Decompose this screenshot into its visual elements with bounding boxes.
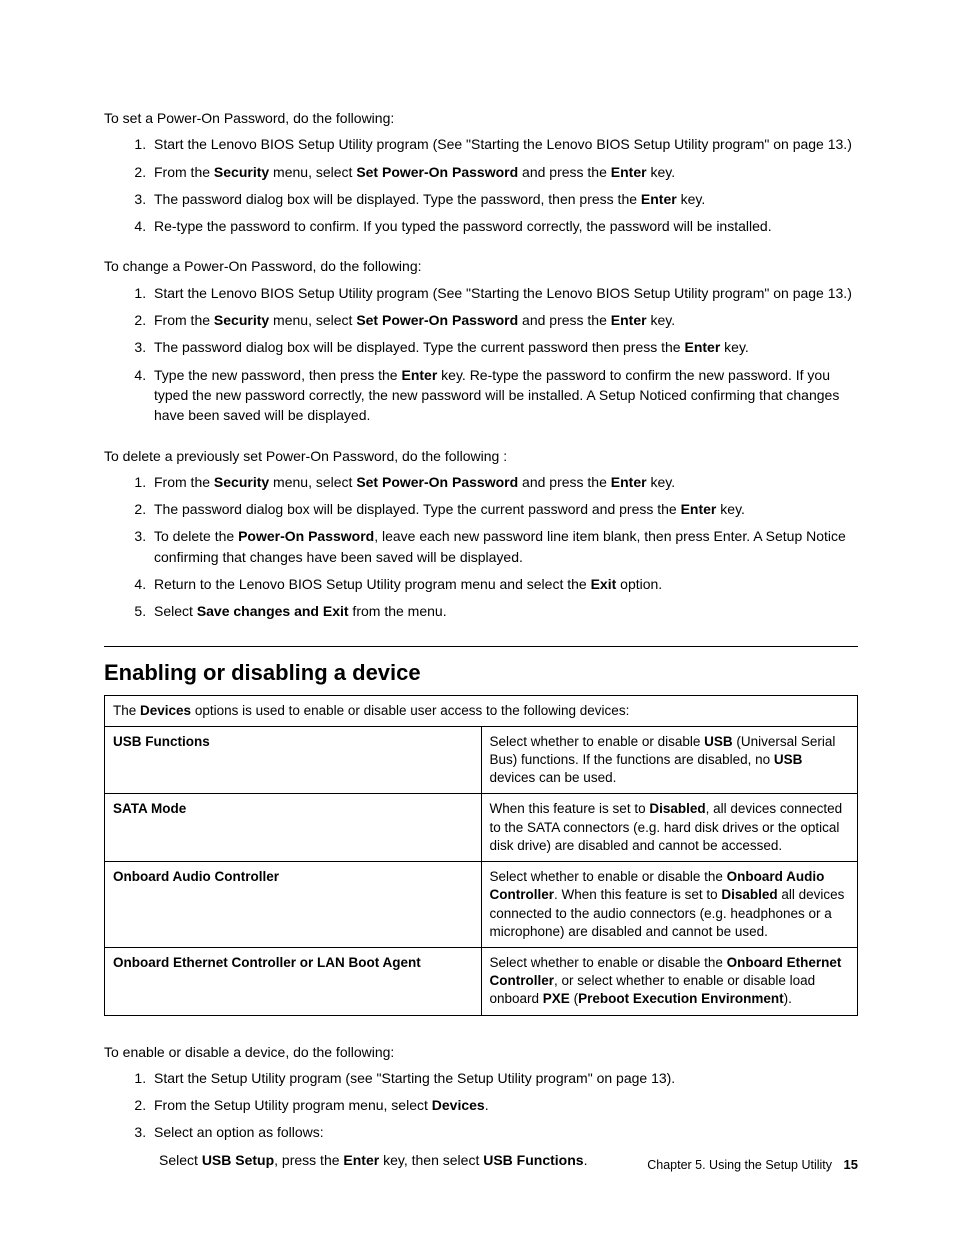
row-desc: Select whether to enable or disable the …	[481, 862, 858, 948]
document-page: To set a Power-On Password, do the follo…	[0, 0, 954, 1235]
list-item: Return to the Lenovo BIOS Setup Utility …	[150, 574, 858, 594]
list-item: Start the Lenovo BIOS Setup Utility prog…	[150, 134, 858, 154]
list-item: Select an option as follows:	[150, 1122, 858, 1142]
footer-chapter: Chapter 5. Using the Setup Utility	[647, 1158, 832, 1172]
list-item: Select Save changes and Exit from the me…	[150, 601, 858, 621]
row-desc: When this feature is set to Disabled, al…	[481, 794, 858, 862]
footer-page-number: 15	[844, 1157, 858, 1172]
list-item: From the Security menu, select Set Power…	[150, 162, 858, 182]
row-desc: Select whether to enable or disable the …	[481, 947, 858, 1015]
table-row: SATA Mode When this feature is set to Di…	[105, 794, 858, 862]
section-heading: Enabling or disabling a device	[104, 646, 858, 689]
list-item: Start the Lenovo BIOS Setup Utility prog…	[150, 283, 858, 303]
list-item: From the Setup Utility program menu, sel…	[150, 1095, 858, 1115]
list-item: To delete the Power-On Password, leave e…	[150, 526, 858, 567]
set-steps: Start the Lenovo BIOS Setup Utility prog…	[104, 134, 858, 236]
table-row: USB Functions Select whether to enable o…	[105, 726, 858, 794]
list-item: The password dialog box will be displaye…	[150, 189, 858, 209]
list-item: Start the Setup Utility program (see "St…	[150, 1068, 858, 1088]
delete-intro: To delete a previously set Power-On Pass…	[104, 446, 858, 466]
list-item: Re-type the password to confirm. If you …	[150, 216, 858, 236]
row-label: USB Functions	[105, 726, 482, 794]
row-label: Onboard Ethernet Controller or LAN Boot …	[105, 947, 482, 1015]
enable-steps: Start the Setup Utility program (see "St…	[104, 1068, 858, 1143]
delete-steps: From the Security menu, select Set Power…	[104, 472, 858, 622]
table-intro: The Devices options is used to enable or…	[105, 695, 858, 726]
row-desc: Select whether to enable or disable USB …	[481, 726, 858, 794]
enable-intro: To enable or disable a device, do the fo…	[104, 1042, 858, 1062]
list-item: From the Security menu, select Set Power…	[150, 472, 858, 492]
row-label: Onboard Audio Controller	[105, 862, 482, 948]
list-item: Type the new password, then press the En…	[150, 365, 858, 426]
devices-table: The Devices options is used to enable or…	[104, 695, 858, 1016]
row-label: SATA Mode	[105, 794, 482, 862]
set-intro: To set a Power-On Password, do the follo…	[104, 108, 858, 128]
table-row: The Devices options is used to enable or…	[105, 695, 858, 726]
list-item: The password dialog box will be displaye…	[150, 337, 858, 357]
list-item: From the Security menu, select Set Power…	[150, 310, 858, 330]
table-row: Onboard Ethernet Controller or LAN Boot …	[105, 947, 858, 1015]
change-intro: To change a Power-On Password, do the fo…	[104, 256, 858, 276]
list-item: The password dialog box will be displaye…	[150, 499, 858, 519]
table-row: Onboard Audio Controller Select whether …	[105, 862, 858, 948]
page-footer: Chapter 5. Using the Setup Utility 15	[647, 1156, 858, 1175]
change-steps: Start the Lenovo BIOS Setup Utility prog…	[104, 283, 858, 426]
